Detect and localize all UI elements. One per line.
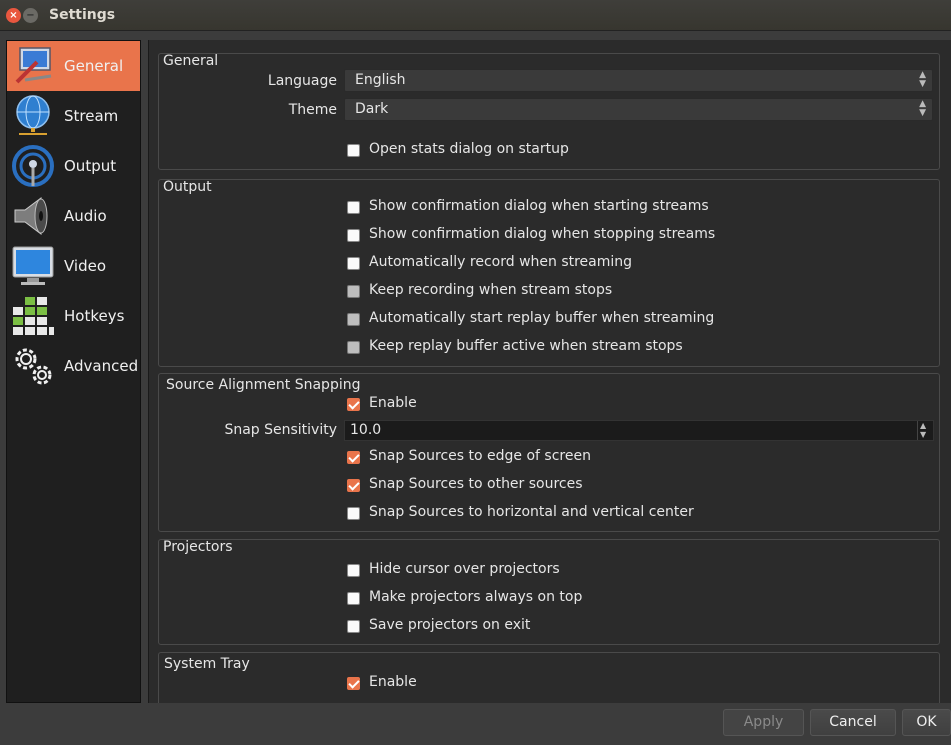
checkbox-box[interactable] bbox=[347, 341, 360, 354]
settings-sidebar: General Stream Output Audio Video Hotkey… bbox=[6, 40, 141, 703]
spin-buttons[interactable]: ▲ ▼ bbox=[917, 421, 932, 440]
checkbox-box[interactable] bbox=[347, 398, 360, 411]
general-group: General Language English ▲ ▼ Theme Dark ▲… bbox=[158, 53, 940, 170]
sidebar-item-label: General bbox=[64, 57, 124, 75]
language-select[interactable]: English ▲ ▼ bbox=[344, 69, 933, 92]
checkbox-box[interactable] bbox=[347, 144, 360, 157]
system-tray-group: System Tray Enable bbox=[158, 652, 940, 703]
checkbox-label: Snap Sources to other sources bbox=[369, 476, 583, 492]
keyboard-icon bbox=[13, 297, 54, 335]
snap-sensitivity-label: Snap Sensitivity bbox=[224, 422, 337, 438]
sidebar-item-label: Output bbox=[64, 157, 117, 175]
checkbox-label: Snap Sources to horizontal and vertical … bbox=[369, 504, 694, 520]
ok-button[interactable]: OK bbox=[902, 709, 951, 736]
checkbox-label: Automatically start replay buffer when s… bbox=[369, 310, 715, 326]
sidebar-item-label: Audio bbox=[64, 207, 107, 225]
checkbox-label: Automatically record when streaming bbox=[369, 254, 633, 270]
snapping-group: Source Alignment Snapping Enable Snap Se… bbox=[158, 373, 940, 532]
checkbox-box[interactable] bbox=[347, 677, 360, 690]
snap-sensitivity-value: 10.0 bbox=[350, 422, 382, 438]
checkbox-box[interactable] bbox=[347, 507, 360, 520]
checkbox-box[interactable] bbox=[347, 285, 360, 298]
title-bar: × − Settings bbox=[0, 0, 951, 31]
checkbox-box[interactable] bbox=[347, 592, 360, 605]
speaker-icon bbox=[14, 197, 48, 235]
general-icon bbox=[15, 47, 52, 84]
group-title: Projectors bbox=[163, 539, 233, 555]
chevron-up-icon[interactable]: ▲ bbox=[920, 422, 926, 430]
monitor-icon bbox=[12, 246, 54, 285]
checkbox-label: Enable bbox=[369, 674, 417, 690]
language-value: English bbox=[355, 72, 406, 88]
checkbox-label: Enable bbox=[369, 395, 417, 411]
sidebar-item-label: Stream bbox=[64, 107, 119, 125]
checkbox-label: Make projectors always on top bbox=[369, 589, 583, 605]
checkbox-box[interactable] bbox=[347, 564, 360, 577]
apply-button[interactable]: Apply bbox=[723, 709, 804, 736]
sidebar-item-output[interactable]: Output bbox=[7, 141, 140, 191]
checkbox-box[interactable] bbox=[347, 620, 360, 633]
group-title: General bbox=[163, 53, 219, 69]
checkbox-box[interactable] bbox=[347, 313, 360, 326]
sidebar-item-hotkeys[interactable]: Hotkeys bbox=[7, 291, 140, 341]
projectors-group: Projectors Hide cursor over projectors M… bbox=[158, 539, 940, 645]
checkbox-box[interactable] bbox=[347, 257, 360, 270]
updown-arrows-icon: ▲ ▼ bbox=[919, 70, 926, 89]
globe-icon bbox=[16, 95, 50, 135]
checkbox-box[interactable] bbox=[347, 479, 360, 492]
checkbox-label: Save projectors on exit bbox=[369, 617, 531, 633]
group-title: System Tray bbox=[164, 656, 250, 672]
checkbox-label: Keep replay buffer active when stream st… bbox=[369, 338, 683, 354]
checkbox-box[interactable] bbox=[347, 229, 360, 242]
checkbox-box[interactable] bbox=[347, 201, 360, 214]
gears-icon bbox=[15, 348, 52, 385]
sidebar-item-audio[interactable]: Audio bbox=[7, 191, 140, 241]
output-group: Output Show confirmation dialog when sta… bbox=[158, 179, 940, 367]
close-window-button[interactable]: × bbox=[6, 8, 21, 23]
group-title: Source Alignment Snapping bbox=[166, 377, 361, 393]
settings-content: General Language English ▲ ▼ Theme Dark ▲… bbox=[148, 40, 951, 703]
window-title: Settings bbox=[49, 7, 116, 23]
snap-sensitivity-spinbox[interactable]: 10.0 ▲ ▼ bbox=[344, 420, 934, 441]
sidebar-item-label: Hotkeys bbox=[64, 307, 125, 325]
checkbox-label: Hide cursor over projectors bbox=[369, 561, 560, 577]
theme-select[interactable]: Dark ▲ ▼ bbox=[344, 98, 933, 121]
sidebar-item-general[interactable]: General bbox=[7, 41, 140, 91]
language-label: Language bbox=[267, 73, 337, 89]
theme-value: Dark bbox=[355, 101, 389, 117]
checkbox-label: Show confirmation dialog when starting s… bbox=[369, 198, 709, 214]
cancel-button[interactable]: Cancel bbox=[810, 709, 896, 736]
antenna-icon bbox=[12, 145, 54, 187]
group-title: Output bbox=[163, 179, 212, 195]
checkbox-label: Snap Sources to edge of screen bbox=[369, 448, 591, 464]
sidebar-item-video[interactable]: Video bbox=[7, 241, 140, 291]
updown-arrows-icon: ▲ ▼ bbox=[919, 99, 926, 118]
sidebar-item-stream[interactable]: Stream bbox=[7, 91, 140, 141]
checkbox-label: Show confirmation dialog when stopping s… bbox=[369, 226, 716, 242]
sidebar-item-advanced[interactable]: Advanced bbox=[7, 341, 140, 391]
sidebar-item-label: Advanced bbox=[64, 357, 139, 375]
checkbox-label: Open stats dialog on startup bbox=[369, 141, 569, 157]
checkbox-label: Keep recording when stream stops bbox=[369, 282, 613, 298]
chevron-down-icon[interactable]: ▼ bbox=[920, 431, 926, 439]
theme-label: Theme bbox=[288, 102, 337, 118]
checkbox-box[interactable] bbox=[347, 451, 360, 464]
sidebar-item-label: Video bbox=[64, 257, 107, 275]
minimize-window-button[interactable]: − bbox=[23, 8, 38, 23]
